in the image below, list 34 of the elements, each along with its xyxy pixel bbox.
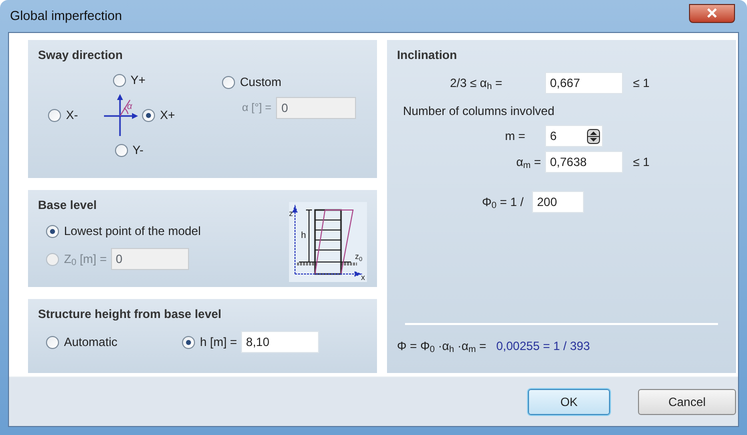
input-field[interactable]: 8,10 (241, 331, 320, 353)
dialog-button[interactable]: OK (528, 388, 610, 414)
radio-button[interactable]: Lowest point of the model (46, 222, 201, 240)
spinner-field[interactable]: 6 (544, 125, 603, 147)
group-title: Structure height from base level (38, 306, 222, 323)
close-button[interactable] (689, 4, 735, 22)
radio-button[interactable]: X+ (142, 106, 192, 124)
spinner-arrows-icon (586, 128, 600, 144)
input-field[interactable]: 0,7638 (544, 151, 623, 173)
group-title: Base level (38, 197, 97, 214)
m-label: m = (504, 128, 526, 145)
close-icon (707, 8, 717, 18)
phi0-label: Φ$_{0}$ = 1 / (482, 194, 525, 211)
group-title: Sway direction (38, 47, 123, 64)
radio-button[interactable]: X- (48, 106, 98, 124)
angle-label: α [°] = (242, 100, 272, 116)
input-field[interactable]: 0,667 (544, 72, 623, 94)
input-field[interactable]: 200 (532, 191, 584, 213)
radio-button[interactable]: Automatic (46, 333, 182, 351)
group-title: Inclination (396, 47, 457, 64)
alpha-m-label: α$_{m}$ = (515, 154, 542, 171)
phi-formula: Φ = Φ$_{0}$ ·α$_{h}$ ·α$_{m}$ = (396, 338, 486, 355)
window-title: Global imperfection (10, 7, 122, 26)
radio-button[interactable]: h [m] = (182, 333, 238, 351)
radio-button[interactable]: Custom (222, 73, 356, 91)
dialog-button[interactable]: Cancel (638, 388, 736, 414)
limit-label: ≤ 1 (632, 154, 650, 171)
radio-button[interactable]: Y- (114, 141, 144, 159)
alpha-h-label: 2/3 ≤ α$_{h}$ = (450, 75, 504, 92)
radio-button[interactable]: Y+ (112, 71, 146, 89)
columns-label: Number of columns involved (402, 103, 554, 120)
building-drawing: h z z$_{0}$ x (288, 202, 367, 282)
limit-label: ≤ 1 (632, 75, 650, 92)
phi-result: 0,00255 = 1 / 393 (496, 338, 590, 355)
